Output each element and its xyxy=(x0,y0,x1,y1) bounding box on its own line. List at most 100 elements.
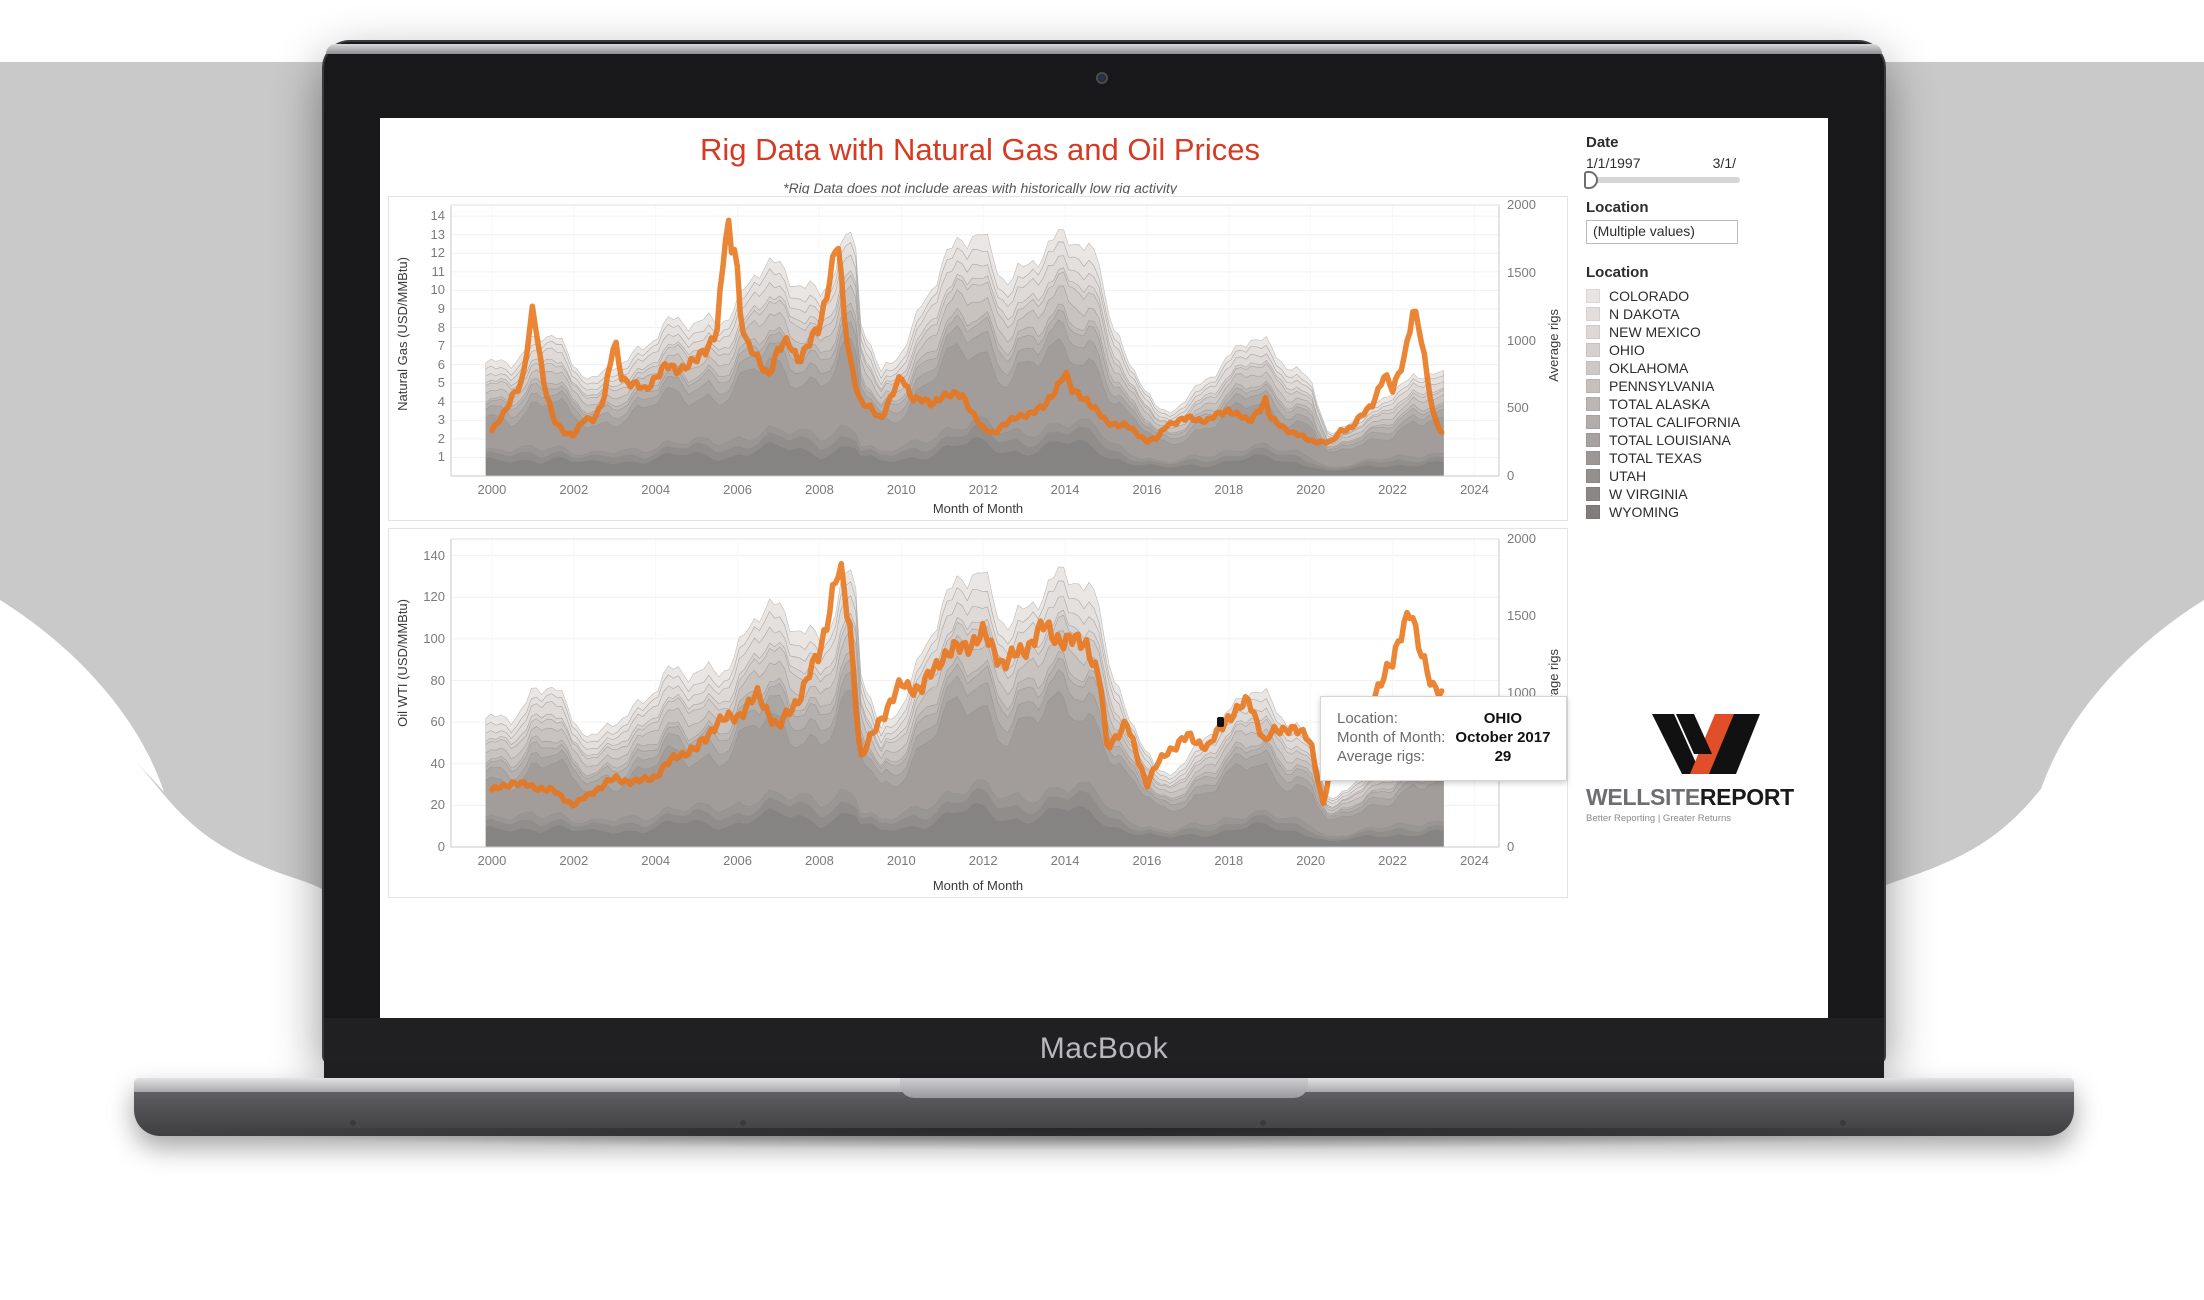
legend-item-total-louisiana[interactable]: TOTAL LOUISIANA xyxy=(1586,431,1828,449)
base-foot-dot xyxy=(1260,1120,1266,1126)
legend-item-total-texas[interactable]: TOTAL TEXAS xyxy=(1586,449,1828,467)
x-tick-label: 2024 xyxy=(1459,853,1489,868)
x-tick-label: 2020 xyxy=(1296,853,1326,868)
legend-swatch-icon xyxy=(1586,361,1600,375)
x-tick-label: 2004 xyxy=(641,482,671,497)
legend-item-label: N DAKOTA xyxy=(1609,306,1680,322)
date-slider-handle[interactable] xyxy=(1584,171,1598,189)
legend-item-ohio[interactable]: OHIO xyxy=(1586,341,1828,359)
y-tick-label: 8 xyxy=(437,319,445,335)
legend-item-total-california[interactable]: TOTAL CALIFORNIA xyxy=(1586,413,1828,431)
wellsite-report-logo: WELLSITEREPORT Better Reporting | Greate… xyxy=(1586,708,1826,824)
legend-swatch-icon xyxy=(1586,433,1600,447)
y-tick-label: 7 xyxy=(437,338,445,354)
legend-item-total-alaska[interactable]: TOTAL ALASKA xyxy=(1586,395,1828,413)
x-tick-label: 2008 xyxy=(804,482,834,497)
legend-swatch-icon xyxy=(1586,325,1600,339)
date-range-slider[interactable] xyxy=(1584,171,1740,189)
x-tick-label: 2004 xyxy=(641,853,671,868)
y-tick-label: 9 xyxy=(437,300,445,316)
y2-tick-label: 1500 xyxy=(1507,608,1536,623)
tooltip-key: Month of Month: xyxy=(1337,729,1446,746)
legend-item-n-dakota[interactable]: N DAKOTA xyxy=(1586,305,1828,323)
tooltip-key: Location: xyxy=(1337,710,1398,727)
legend-item-label: TOTAL LOUISIANA xyxy=(1609,432,1731,448)
legend-item-label: TOTAL ALASKA xyxy=(1609,396,1710,412)
x-tick-label: 2008 xyxy=(804,853,834,868)
y-tick-label: 1 xyxy=(437,449,445,465)
date-filter-range: 1/1/1997 3/1/ xyxy=(1586,155,1736,171)
legend-item-w-virginia[interactable]: W VIRGINIA xyxy=(1586,485,1828,503)
x-tick-label: 2012 xyxy=(968,853,998,868)
legend-item-new-mexico[interactable]: NEW MEXICO xyxy=(1586,323,1828,341)
legend-item-label: UTAH xyxy=(1609,468,1647,484)
y-tick-label: 80 xyxy=(430,672,445,688)
filter-sidebar: Date 1/1/1997 3/1/ Location (Multiple va… xyxy=(1576,126,1828,1010)
brand-label: MacBook xyxy=(1039,1032,1169,1065)
location-filter-select[interactable]: (Multiple values) xyxy=(1586,220,1738,244)
legend-item-utah[interactable]: UTAH xyxy=(1586,467,1828,485)
legend-swatch-icon xyxy=(1586,307,1600,321)
x-tick-label: 2010 xyxy=(886,853,916,868)
y-tick-label: 10 xyxy=(430,282,445,298)
legend-item-label: W VIRGINIA xyxy=(1609,486,1688,502)
x-tick-label: 2016 xyxy=(1132,853,1162,868)
legend-item-pennsylvania[interactable]: PENNSYLVANIA xyxy=(1586,377,1828,395)
tooltip-row: Month of Month: October 2017 xyxy=(1337,728,1550,747)
y-tick-label: 40 xyxy=(430,755,445,771)
screenshot-root: Rig Data with Natural Gas and Oil Prices… xyxy=(0,0,2204,1300)
legend-swatch-icon xyxy=(1586,379,1600,393)
legend-item-wyoming[interactable]: WYOMING xyxy=(1586,503,1828,521)
y-tick-label: 20 xyxy=(430,797,445,813)
base-foot-dot xyxy=(350,1120,356,1126)
y2-tick-label: 2000 xyxy=(1507,197,1536,212)
legend-item-label: COLORADO xyxy=(1609,288,1690,304)
y2-tick-label: 0 xyxy=(1507,468,1515,483)
legend-item-label: OKLAHOMA xyxy=(1609,360,1689,376)
legend-swatch-icon xyxy=(1586,397,1600,411)
x-tick-label: 2010 xyxy=(886,482,916,497)
laptop-shadow xyxy=(160,1128,2050,1150)
legend-title: Location xyxy=(1586,264,1649,281)
y-tick-label: 5 xyxy=(437,375,445,391)
y-tick-label: 2 xyxy=(437,430,445,446)
date-range-end: 3/1/ xyxy=(1712,155,1736,171)
legend-item-label: OHIO xyxy=(1609,342,1645,358)
gas-plot-area[interactable] xyxy=(389,197,1569,522)
legend-item-label: TOTAL CALIFORNIA xyxy=(1609,414,1741,430)
x-tick-label: 2012 xyxy=(968,482,998,497)
legend-item-colorado[interactable]: COLORADO xyxy=(1586,287,1828,305)
dashboard-subtitle: *Rig Data does not include areas with hi… xyxy=(783,180,1177,194)
laptop-lid-edge xyxy=(326,44,1882,54)
y2-tick-label: 2000 xyxy=(1507,531,1536,546)
legend-item-oklahoma[interactable]: OKLAHOMA xyxy=(1586,359,1828,377)
laptop-chin: MacBook xyxy=(324,1018,1884,1080)
tooltip-value: October 2017 xyxy=(1455,729,1551,746)
tooltip-key: Average rigs: xyxy=(1337,748,1426,765)
y-tick-label: 11 xyxy=(431,263,446,279)
base-foot-dot xyxy=(1840,1120,1846,1126)
y-tick-label: 0 xyxy=(437,839,445,854)
y-tick-label: 13 xyxy=(430,226,445,242)
logo-wordmark: WELLSITEREPORT xyxy=(1586,784,1826,811)
legend-item-label: PENNSYLVANIA xyxy=(1609,378,1715,394)
legend-swatch-icon xyxy=(1586,487,1600,501)
y-tick-label: 120 xyxy=(423,589,445,605)
webcam-lens xyxy=(1100,76,1104,80)
x-tick-label: 2006 xyxy=(723,853,753,868)
x-tick-label: 2014 xyxy=(1050,482,1080,497)
x-tick-label: 2024 xyxy=(1459,482,1489,497)
date-filter-title: Date xyxy=(1586,134,1619,151)
legend-item-label: NEW MEXICO xyxy=(1609,324,1701,340)
legend-item-label: TOTAL TEXAS xyxy=(1609,450,1702,466)
x-tick-label: 2018 xyxy=(1214,853,1244,868)
tooltip-row: Location: OHIO xyxy=(1337,709,1550,728)
legend-item-label: WYOMING xyxy=(1609,504,1679,520)
tooltip-value: OHIO xyxy=(1483,710,1523,727)
chart-natural-gas[interactable]: Natural Gas (USD/MMBtu) Average rigs Mon… xyxy=(388,196,1568,521)
x-tick-label: 2016 xyxy=(1132,482,1162,497)
y2-tick-label: 0 xyxy=(1507,839,1515,854)
logo-word-part2: REPORT xyxy=(1699,784,1794,810)
legend-swatch-icon xyxy=(1586,289,1600,303)
logo-w-mark xyxy=(1646,708,1766,780)
